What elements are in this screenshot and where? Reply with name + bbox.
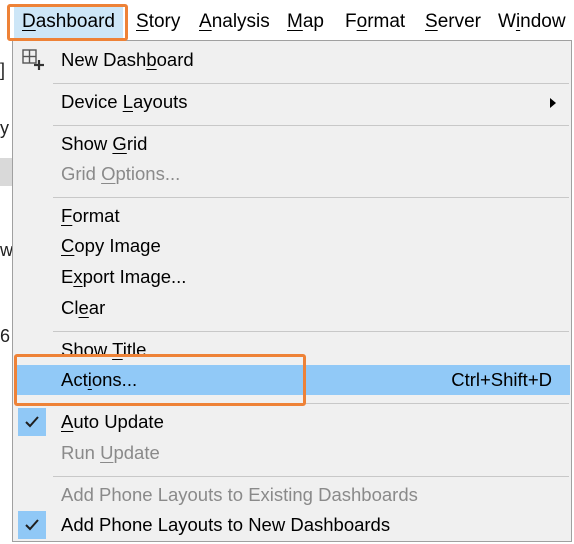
menu-item-run-update[interactable]: Run Update — [14, 438, 570, 468]
menu-separator — [53, 83, 569, 84]
menu-map[interactable]: Map — [279, 6, 332, 38]
menu-item-label: Export Image... — [61, 266, 187, 287]
submenu-arrow-icon — [550, 98, 556, 108]
menu-item-auto-update[interactable]: Auto Update — [14, 407, 570, 437]
menu-item-copy-image[interactable]: Copy Image — [14, 231, 570, 261]
background-fragment: y — [0, 118, 9, 138]
menu-item-label: Clear — [61, 297, 106, 318]
menu-item-add-phone-layouts-new[interactable]: Add Phone Layouts to New Dashboards — [14, 510, 570, 540]
menu-separator — [53, 331, 569, 332]
menu-item-format[interactable]: Format — [14, 201, 570, 231]
menu-dashboard[interactable]: Dashboard — [14, 6, 123, 38]
menu-item-grid-options[interactable]: Grid Options... — [14, 159, 570, 189]
menu-separator — [53, 197, 569, 198]
dashboard-dropdown-menu: New Dashboard Device Layouts Show Grid G… — [12, 40, 572, 542]
menu-item-actions[interactable]: Actions... Ctrl+Shift+D — [14, 365, 570, 395]
menu-item-label: Copy Image — [61, 235, 161, 256]
menu-item-label: Format — [61, 205, 120, 226]
background-strip — [0, 158, 12, 186]
menu-item-label: Show Grid — [61, 133, 148, 154]
menu-item-new-dashboard[interactable]: New Dashboard — [14, 45, 570, 75]
menu-item-label: Grid Options... — [61, 163, 181, 184]
menu-separator — [53, 403, 569, 404]
menu-item-show-title[interactable]: Show Title — [14, 335, 570, 365]
background-fragment: 6 — [0, 326, 11, 346]
menu-analysis[interactable]: Analysis — [191, 6, 278, 38]
menu-item-label: New Dashboard — [61, 49, 194, 70]
menu-item-export-image[interactable]: Export Image... — [14, 262, 570, 292]
menu-separator — [53, 125, 569, 126]
menu-format[interactable]: Format — [337, 6, 413, 38]
menu-item-label: Run Update — [61, 442, 160, 463]
checkmark-icon — [18, 511, 46, 539]
background-fragment: ] — [0, 60, 6, 80]
menu-story[interactable]: Story — [128, 6, 188, 38]
checkmark-icon — [18, 408, 46, 436]
menu-window[interactable]: Window — [490, 6, 574, 38]
menu-item-show-grid[interactable]: Show Grid — [14, 129, 570, 159]
menu-separator — [53, 476, 569, 477]
menu-item-clear[interactable]: Clear — [14, 293, 570, 323]
new-dashboard-icon — [22, 49, 44, 70]
menu-item-label: Device Layouts — [61, 91, 188, 112]
menu-item-label: Actions... — [61, 369, 138, 390]
menu-item-label: Show Title — [61, 339, 147, 360]
menu-item-label: Auto Update — [61, 411, 164, 432]
menu-item-add-phone-layouts-existing[interactable]: Add Phone Layouts to Existing Dashboards — [14, 480, 570, 510]
menu-item-label: Add Phone Layouts to New Dashboards — [61, 514, 391, 535]
menu-item-device-layouts[interactable]: Device Layouts — [14, 87, 570, 117]
menu-item-shortcut: Ctrl+Shift+D — [451, 369, 552, 390]
menu-item-label: Add Phone Layouts to Existing Dashboards — [61, 484, 418, 505]
menu-bar: Dashboard Story Analysis Map Format Serv… — [0, 0, 574, 42]
menu-server[interactable]: Server — [417, 6, 489, 38]
